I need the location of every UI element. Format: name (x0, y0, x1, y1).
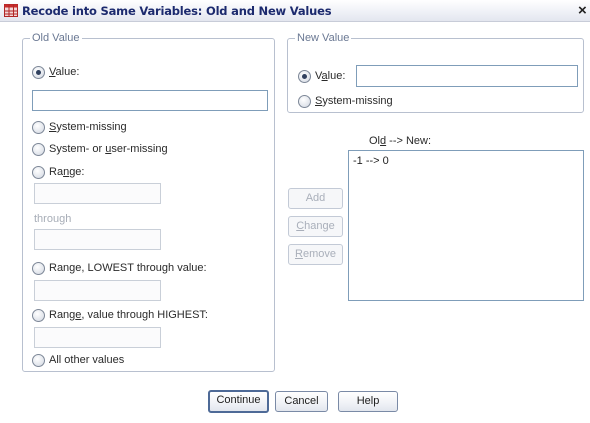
new-value-group-title: New Value (295, 31, 352, 45)
new-value-radio-label: Value: (315, 70, 346, 82)
new-system-missing-radio[interactable]: System-missing (298, 94, 393, 108)
old-range-lowest-input[interactable] (34, 280, 161, 301)
old-range-to-input[interactable] (34, 229, 161, 250)
radio-unchecked-icon (32, 261, 45, 275)
old-value-group-title: Old Value (30, 31, 82, 45)
radio-unchecked-icon (32, 142, 45, 156)
old-range-highest-radio[interactable]: Range, value through HIGHEST: (32, 308, 208, 322)
radio-unchecked-icon (32, 353, 45, 367)
new-value-radio[interactable]: Value: (298, 69, 345, 83)
change-button[interactable]: Change (288, 216, 343, 237)
remove-button[interactable]: Remove (288, 244, 343, 265)
old-range-lowest-label: Range, LOWEST through value: (49, 262, 207, 274)
spss-data-grid-icon (4, 4, 18, 17)
old-range-from-input[interactable] (34, 183, 161, 204)
old-system-missing-label: System-missing (49, 121, 127, 133)
title-bar[interactable]: Recode into Same Variables: Old and New … (0, 0, 590, 22)
radio-checked-icon (298, 69, 311, 83)
through-label: through (34, 213, 72, 225)
old-system-missing-radio[interactable]: System-missing (32, 120, 127, 134)
old-range-radio[interactable]: Range: (32, 165, 84, 179)
old-range-lowest-radio[interactable]: Range, LOWEST through value: (32, 261, 207, 275)
radio-unchecked-icon (32, 120, 45, 134)
old-all-other-values-label: All other values (49, 354, 125, 366)
old-all-other-values-radio[interactable]: All other values (32, 353, 124, 367)
old-new-list[interactable]: -1 --> 0 (348, 150, 584, 301)
list-item[interactable]: -1 --> 0 (353, 154, 579, 169)
window-title: Recode into Same Variables: Old and New … (22, 4, 332, 18)
old-value-input[interactable] (32, 90, 268, 111)
old-range-highest-label: Range, value through HIGHEST: (49, 309, 208, 321)
continue-button[interactable]: Continue (208, 390, 269, 413)
old-value-radio-label: Value: (49, 66, 80, 78)
old-new-values-dialog: Old Value Value: System-missing System- … (0, 22, 590, 423)
cancel-button[interactable]: Cancel (275, 391, 328, 412)
radio-checked-icon (32, 65, 45, 79)
radio-unchecked-icon (32, 165, 45, 179)
new-system-missing-label: System-missing (315, 95, 393, 107)
radio-unchecked-icon (32, 308, 45, 322)
old-range-label: Range: (49, 166, 85, 178)
old-system-or-user-missing-label: System- or user-missing (49, 143, 168, 155)
old-range-highest-input[interactable] (34, 327, 161, 348)
close-icon[interactable]: × (578, 2, 590, 20)
old-value-radio[interactable]: Value: (32, 65, 79, 79)
old-system-or-user-missing-radio[interactable]: System- or user-missing (32, 142, 168, 156)
new-value-input[interactable] (356, 65, 578, 87)
radio-unchecked-icon (298, 94, 311, 108)
old-new-list-heading: Old --> New: (369, 135, 432, 147)
help-button[interactable]: Help (338, 391, 398, 412)
add-button[interactable]: Add (288, 188, 343, 209)
